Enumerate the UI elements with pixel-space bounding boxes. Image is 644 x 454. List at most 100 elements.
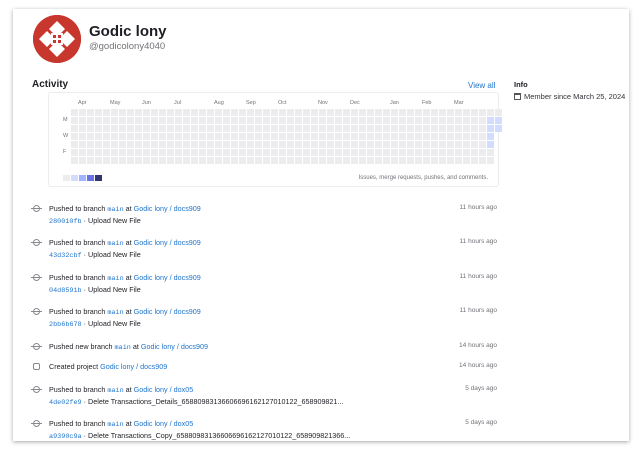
calendar-cell[interactable]: [399, 117, 406, 124]
calendar-cell[interactable]: [71, 157, 78, 164]
calendar-cell[interactable]: [407, 133, 414, 140]
project-link[interactable]: Godic lony / docs909: [134, 307, 201, 316]
calendar-cell[interactable]: [463, 133, 470, 140]
calendar-cell[interactable]: [295, 109, 302, 116]
calendar-cell[interactable]: [263, 133, 270, 140]
calendar-cell[interactable]: [263, 157, 270, 164]
calendar-cell[interactable]: [471, 149, 478, 156]
calendar-cell[interactable]: [359, 141, 366, 148]
project-link[interactable]: Godic lony / docs909: [134, 273, 201, 282]
calendar-cell[interactable]: [255, 117, 262, 124]
calendar-cell[interactable]: [471, 125, 478, 132]
calendar-cell[interactable]: [367, 109, 374, 116]
calendar-cell[interactable]: [351, 109, 358, 116]
calendar-cell[interactable]: [71, 149, 78, 156]
calendar-cell[interactable]: [391, 149, 398, 156]
calendar-cell[interactable]: [407, 117, 414, 124]
project-link[interactable]: Godic lony / docs909: [141, 342, 208, 351]
calendar-cell[interactable]: [207, 133, 214, 140]
calendar-cell[interactable]: [343, 125, 350, 132]
calendar-cell[interactable]: [367, 149, 374, 156]
calendar-cell[interactable]: [495, 109, 502, 116]
calendar-cell[interactable]: [255, 157, 262, 164]
calendar-cell[interactable]: [159, 141, 166, 148]
calendar-cell[interactable]: [415, 125, 422, 132]
calendar-cell[interactable]: [167, 141, 174, 148]
calendar-cell[interactable]: [247, 133, 254, 140]
calendar-cell[interactable]: [327, 117, 334, 124]
calendar-cell[interactable]: [327, 109, 334, 116]
calendar-cell[interactable]: [87, 157, 94, 164]
calendar-cell[interactable]: [479, 149, 486, 156]
calendar-cell[interactable]: [71, 109, 78, 116]
calendar-cell[interactable]: [399, 133, 406, 140]
calendar-cell[interactable]: [199, 117, 206, 124]
calendar-cell[interactable]: [327, 133, 334, 140]
calendar-cell[interactable]: [407, 125, 414, 132]
commit-sha-link[interactable]: 04d8591b: [49, 287, 82, 295]
calendar-cell[interactable]: [431, 125, 438, 132]
calendar-cell[interactable]: [231, 149, 238, 156]
calendar-cell[interactable]: [407, 157, 414, 164]
calendar-cell[interactable]: [79, 109, 86, 116]
calendar-cell[interactable]: [439, 157, 446, 164]
calendar-cell[interactable]: [399, 125, 406, 132]
view-all-link[interactable]: View all: [468, 81, 495, 90]
commit-sha-link[interactable]: 2bb6b678: [49, 321, 82, 329]
calendar-cell[interactable]: [231, 117, 238, 124]
calendar-cell[interactable]: [415, 157, 422, 164]
calendar-cell[interactable]: [335, 125, 342, 132]
calendar-cell[interactable]: [151, 117, 158, 124]
branch-link[interactable]: main: [107, 387, 123, 395]
calendar-cell[interactable]: [103, 133, 110, 140]
calendar-cell[interactable]: [375, 149, 382, 156]
calendar-cell[interactable]: [143, 125, 150, 132]
calendar-cell[interactable]: [335, 133, 342, 140]
calendar-cell[interactable]: [431, 149, 438, 156]
calendar-cell[interactable]: [71, 125, 78, 132]
calendar-cell[interactable]: [159, 109, 166, 116]
calendar-cell[interactable]: [455, 117, 462, 124]
calendar-cell[interactable]: [135, 125, 142, 132]
calendar-cell[interactable]: [311, 117, 318, 124]
calendar-cell[interactable]: [311, 125, 318, 132]
calendar-cell[interactable]: [343, 133, 350, 140]
branch-link[interactable]: main: [107, 421, 123, 429]
calendar-cell[interactable]: [319, 117, 326, 124]
calendar-cell[interactable]: [87, 149, 94, 156]
calendar-cell[interactable]: [375, 133, 382, 140]
calendar-cell[interactable]: [487, 117, 494, 124]
calendar-cell[interactable]: [159, 117, 166, 124]
calendar-cell[interactable]: [167, 133, 174, 140]
commit-sha-link[interactable]: 43d32cbf: [49, 252, 82, 260]
calendar-cell[interactable]: [343, 109, 350, 116]
calendar-cell[interactable]: [487, 133, 494, 140]
calendar-cell[interactable]: [95, 125, 102, 132]
calendar-cell[interactable]: [199, 157, 206, 164]
calendar-cell[interactable]: [407, 141, 414, 148]
calendar-cell[interactable]: [207, 149, 214, 156]
calendar-cell[interactable]: [271, 109, 278, 116]
calendar-cell[interactable]: [199, 141, 206, 148]
calendar-cell[interactable]: [127, 141, 134, 148]
calendar-cell[interactable]: [159, 149, 166, 156]
calendar-cell[interactable]: [431, 133, 438, 140]
calendar-cell[interactable]: [423, 141, 430, 148]
calendar-cell[interactable]: [215, 125, 222, 132]
calendar-cell[interactable]: [119, 117, 126, 124]
calendar-cell[interactable]: [183, 141, 190, 148]
calendar-cell[interactable]: [447, 141, 454, 148]
calendar-cell[interactable]: [231, 141, 238, 148]
calendar-cell[interactable]: [335, 109, 342, 116]
calendar-cell[interactable]: [255, 133, 262, 140]
calendar-cell[interactable]: [303, 133, 310, 140]
calendar-cell[interactable]: [215, 109, 222, 116]
calendar-cell[interactable]: [167, 125, 174, 132]
calendar-cell[interactable]: [479, 109, 486, 116]
calendar-cell[interactable]: [79, 157, 86, 164]
calendar-cell[interactable]: [183, 157, 190, 164]
calendar-cell[interactable]: [135, 141, 142, 148]
calendar-cell[interactable]: [207, 141, 214, 148]
commit-sha-link[interactable]: 280010fb: [49, 218, 82, 226]
calendar-cell[interactable]: [263, 117, 270, 124]
